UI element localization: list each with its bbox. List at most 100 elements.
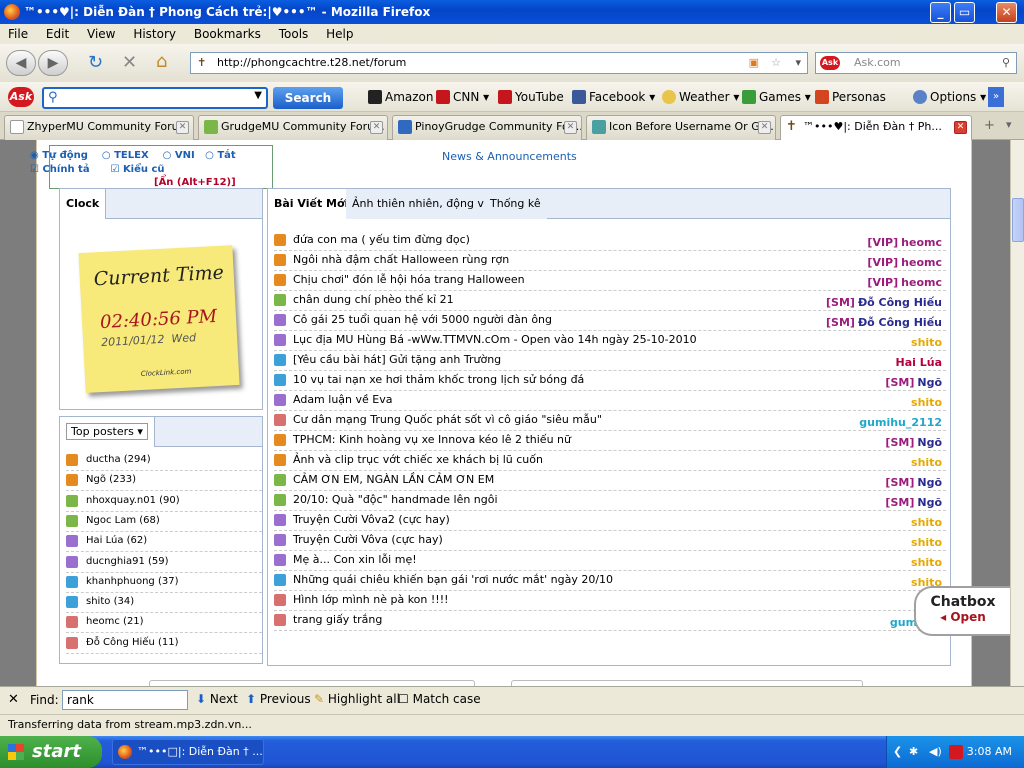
topic-title[interactable]: Ngôi nhà đậm chất Halloween rùng rợn xyxy=(293,253,509,266)
topic-author[interactable]: shito xyxy=(911,454,942,472)
find-highlight-button[interactable]: ✎ Highlight all xyxy=(314,692,400,706)
topic-title[interactable]: Chịu chơi" đón lễ hội hóa trang Hallowee… xyxy=(293,273,525,286)
tab-close-icon[interactable]: ✕ xyxy=(564,121,577,134)
poster-item[interactable]: ductha (294) xyxy=(66,451,262,471)
topic-title[interactable]: CẢM ƠN EM, NGÀN LẦN CẢM ƠN EM xyxy=(293,473,494,486)
topic-author[interactable]: [SM] Ngõ xyxy=(885,474,942,492)
tab-close-icon[interactable]: ✕ xyxy=(176,121,189,134)
author-name[interactable]: Ngõ xyxy=(917,376,942,389)
poster-name[interactable]: shito xyxy=(86,596,110,607)
tab-grudgemu[interactable]: GrudgeMU Community Foru... ✕ xyxy=(198,115,388,140)
menu-help[interactable]: Help xyxy=(326,27,353,41)
tab-clock[interactable]: Clock xyxy=(60,189,107,219)
tab-close-icon[interactable]: ✕ xyxy=(954,121,967,134)
topic-author[interactable]: [VIP] heomc xyxy=(867,254,942,272)
clock-credit[interactable]: ClockLink.com xyxy=(141,367,192,378)
toolbar-personas[interactable]: Personas xyxy=(815,90,886,104)
poster-name[interactable]: khanhphuong xyxy=(86,576,155,587)
author-name[interactable]: Ngõ xyxy=(917,496,942,509)
poster-name[interactable]: nhoxquay.n01 xyxy=(86,495,156,506)
poster-item[interactable]: Hai Lúa (62) xyxy=(66,532,262,553)
topic-author[interactable]: shito xyxy=(911,334,942,352)
topic-title[interactable]: Truyện Cười Vôva2 (cực hay) xyxy=(293,513,450,526)
poster-item[interactable]: nhoxquay.n01 (90) xyxy=(66,492,262,512)
author-name[interactable]: shito xyxy=(911,536,942,549)
toolbar-options[interactable]: Options ▾ xyxy=(913,90,986,104)
topic-author[interactable]: Hai Lúa xyxy=(896,354,943,372)
topic-author[interactable]: shito xyxy=(911,514,942,532)
toolbar-facebook[interactable]: Facebook ▾ xyxy=(572,90,655,104)
ime-radio-vni[interactable]: ○ VNI xyxy=(163,150,195,161)
ime-check-old-style[interactable]: ☑ Kiểu cũ xyxy=(110,164,164,175)
poster-item[interactable]: Ngoc Lam (68) xyxy=(66,512,262,532)
chevron-down-icon[interactable]: ▼ xyxy=(254,90,262,101)
topic-author[interactable]: [SM] Ngõ xyxy=(885,374,942,392)
toolbar-games[interactable]: Games ▾ xyxy=(742,90,811,104)
topic-title[interactable]: Cư dân mạng Trung Quốc phát sốt vì cô gi… xyxy=(293,413,602,426)
poster-name[interactable]: ducnghia91 xyxy=(86,556,145,567)
author-name[interactable]: Đỗ Công Hiếu xyxy=(858,296,942,309)
topic-title[interactable]: Những quái chiêu khiến bạn gái 'rơi nước… xyxy=(293,573,613,586)
tray-icon-1[interactable]: ✱ xyxy=(909,736,918,768)
topic-title[interactable]: 10 vụ tai nạn xe hơi thảm khốc trong lịc… xyxy=(293,373,584,386)
author-name[interactable]: Đỗ Công Hiếu xyxy=(858,316,942,329)
topic-title[interactable]: Cô gái 25 tuổi quan hệ với 5000 người đà… xyxy=(293,313,552,326)
toolbar-overflow-icon[interactable]: » xyxy=(988,87,1004,107)
menu-view[interactable]: View xyxy=(87,27,115,41)
author-name[interactable]: shito xyxy=(911,556,942,569)
ime-radio-telex[interactable]: ○ TELEX xyxy=(102,150,149,161)
search-engine-box[interactable]: Ask Ask.com ⚲ xyxy=(815,52,1017,74)
find-next-button[interactable]: ⬇ Next xyxy=(196,692,238,706)
chatbox-open[interactable]: ◂ Open xyxy=(916,610,1010,624)
url-bar[interactable]: ✝ http://phongcachtre.t28.net/forum ▣ ☆ … xyxy=(190,52,808,74)
scrollbar-thumb[interactable] xyxy=(1012,198,1024,242)
topic-title[interactable]: chân dung chí phèo thế kỉ 21 xyxy=(293,293,454,306)
author-name[interactable]: heomc xyxy=(901,236,942,249)
topic-title[interactable]: [Yêu cầu bài hát] Gửi tặng anh Trường xyxy=(293,353,501,366)
author-name[interactable]: Ngõ xyxy=(917,436,942,449)
poster-item[interactable]: ducnghia91 (59) xyxy=(66,553,262,573)
page-scrollbar[interactable] xyxy=(1010,140,1024,686)
topic-author[interactable]: shito xyxy=(911,394,942,412)
tab-zhypermu[interactable]: ZhyperMU Community Forum ✕ xyxy=(4,115,194,140)
topic-author[interactable]: [VIP] heomc xyxy=(867,234,942,252)
topic-title[interactable]: đứa con ma ( yếu tim đừng đọc) xyxy=(293,233,470,246)
poster-name[interactable]: Hai Lúa xyxy=(86,535,123,546)
tab-icon-before-username[interactable]: Icon Before Username Or Gr... ✕ xyxy=(586,115,776,140)
ask-search-input[interactable]: ⚲ ▼ xyxy=(42,87,268,109)
url-dropdown-icon[interactable]: ▾ xyxy=(795,53,801,73)
topic-title[interactable]: Mẹ à... Con xin lỗi mẹ! xyxy=(293,553,417,566)
author-name[interactable]: shito xyxy=(911,516,942,529)
author-name[interactable]: shito xyxy=(911,336,942,349)
find-match-case[interactable]: ☐ Match case xyxy=(398,692,481,706)
close-button[interactable]: ✕ xyxy=(996,2,1017,23)
author-name[interactable]: shito xyxy=(911,396,942,409)
poster-item[interactable]: Ngõ (233) xyxy=(66,471,262,492)
topic-title[interactable]: trang giấy trắng xyxy=(293,613,382,626)
find-input[interactable]: rank xyxy=(62,690,188,710)
poster-name[interactable]: heomc xyxy=(86,616,120,627)
minimize-button[interactable]: _ xyxy=(930,2,951,23)
poster-item[interactable]: Đỗ Công Hiếu (11) xyxy=(66,634,262,654)
rss-icon[interactable]: ▣ xyxy=(749,53,759,73)
find-close-icon[interactable]: ✕ xyxy=(8,692,19,707)
menu-file[interactable]: File xyxy=(8,27,28,41)
toolbar-youtube[interactable]: YouTube xyxy=(498,90,564,104)
news-announcements-link[interactable]: News & Announcements xyxy=(442,150,577,163)
poster-item[interactable]: khanhphuong (37) xyxy=(66,573,262,593)
poster-name[interactable]: Đỗ Công Hiếu xyxy=(86,637,155,648)
topic-title[interactable]: 20/10: Quà "độc" handmade lên ngôi xyxy=(293,493,498,506)
menu-bookmarks[interactable]: Bookmarks xyxy=(194,27,261,41)
author-name[interactable]: heomc xyxy=(901,276,942,289)
topic-author[interactable]: shito xyxy=(911,534,942,552)
tab-phongcachtre[interactable]: ✝ ™•••♥|: Diễn Đàn † Ph... ✕ xyxy=(780,115,972,141)
tab-new-posts[interactable]: Bài Viết Mới xyxy=(268,189,356,219)
chatbox-widget[interactable]: Chatbox ◂ Open xyxy=(914,586,1010,636)
toolbar-cnn[interactable]: CNN ▾ xyxy=(436,90,489,104)
topic-title[interactable]: Truyện Cười Vôva (cực hay) xyxy=(293,533,443,546)
bookmark-star-icon[interactable]: ☆ xyxy=(771,53,781,73)
back-button[interactable]: ◀ xyxy=(6,50,36,76)
topic-author[interactable]: [SM] Ngõ xyxy=(885,494,942,512)
maximize-button[interactable]: ▭ xyxy=(954,2,975,23)
find-previous-button[interactable]: ⬆ Previous xyxy=(246,692,311,706)
